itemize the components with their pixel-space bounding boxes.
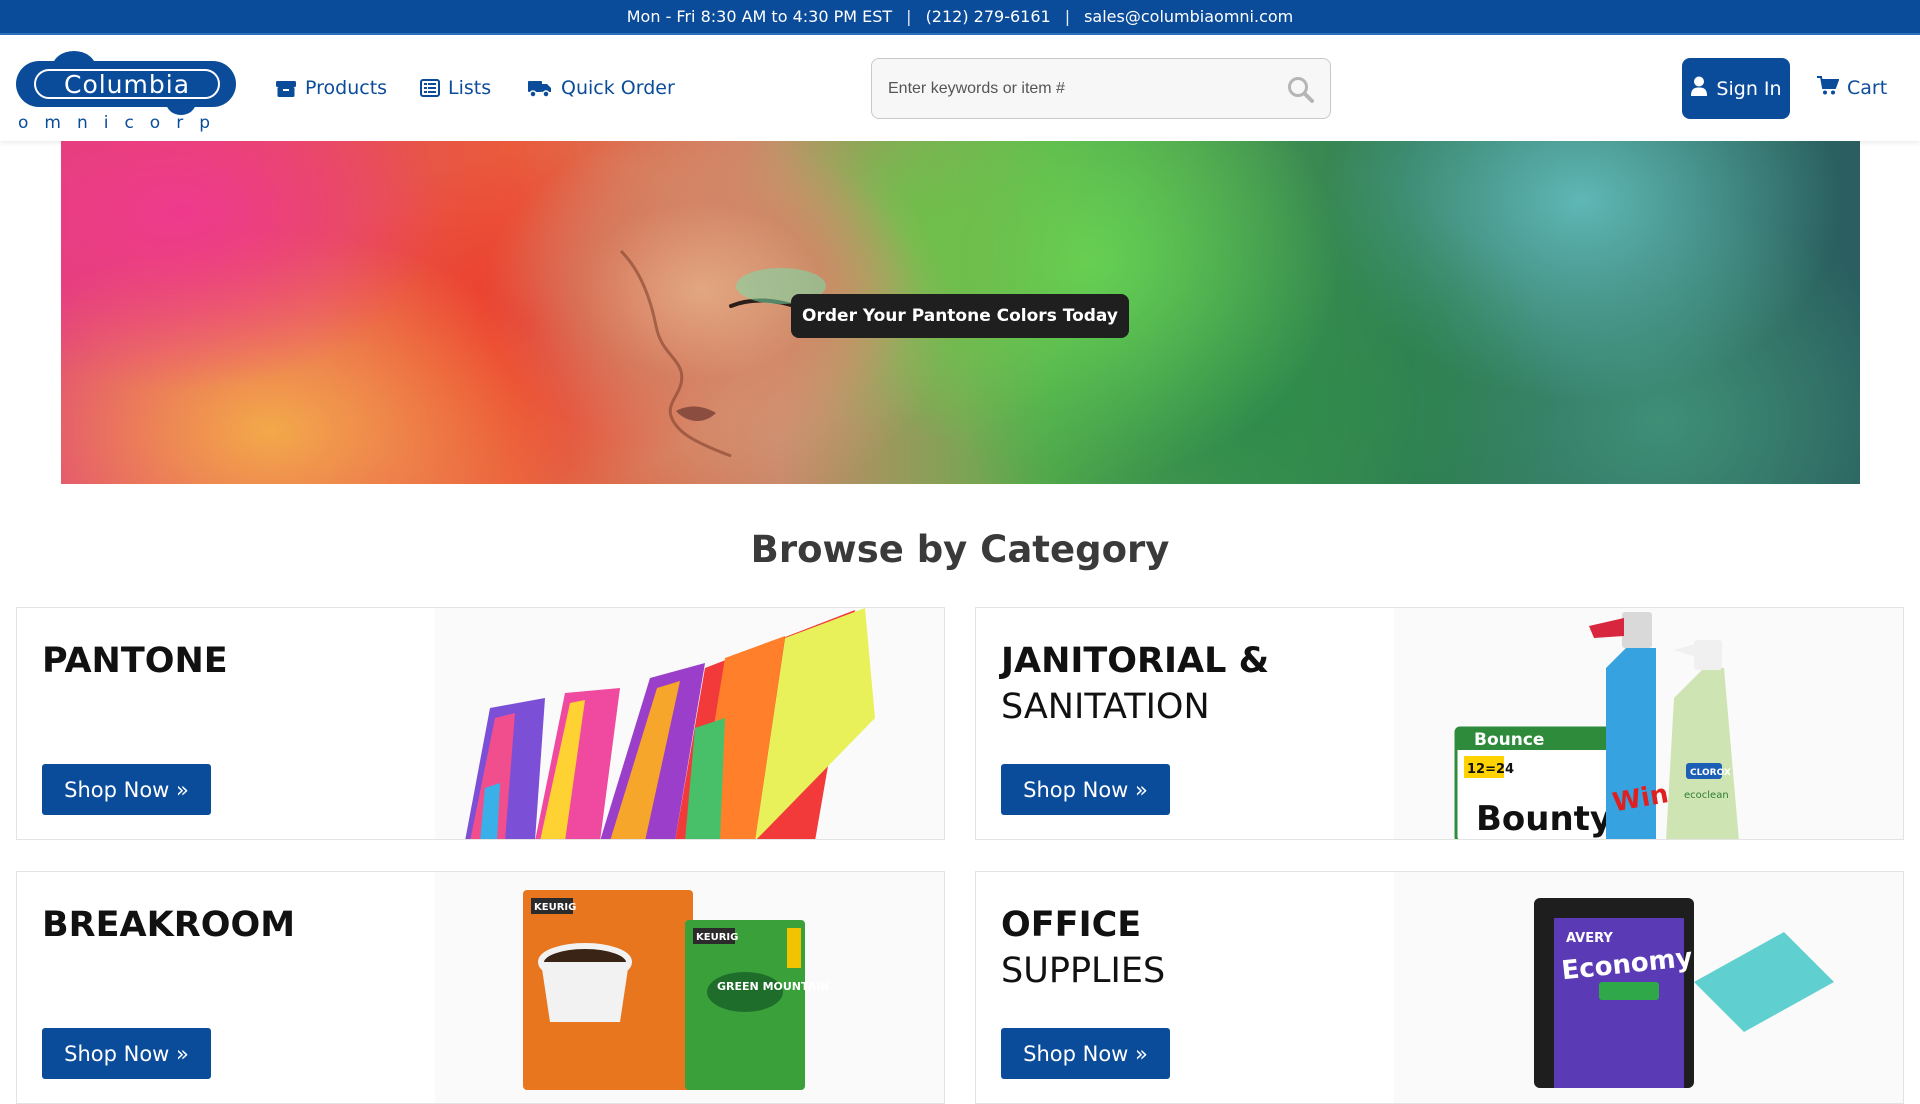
keurig-label: KEURIG — [696, 932, 738, 943]
keurig-label: KEURIG — [534, 902, 576, 913]
list-icon — [420, 78, 440, 98]
cart-label: Cart — [1847, 77, 1888, 99]
nav-products[interactable]: Products — [275, 73, 387, 103]
sign-in-button[interactable]: Sign In — [1682, 58, 1790, 119]
business-hours: Mon - Fri 8:30 AM to 4:30 PM EST — [626, 7, 893, 26]
separator: | — [906, 7, 912, 26]
hero-banner[interactable]: Order Your Pantone Colors Today — [61, 141, 1860, 484]
shop-now-button[interactable]: Shop Now » — [42, 764, 211, 815]
office-supplies-image: AVERY Economy — [1394, 872, 1903, 1103]
avery-label: AVERY — [1566, 931, 1613, 946]
search-icon[interactable] — [1286, 75, 1316, 105]
cleaning-products-image: Bounce 12=24 Bounty Windex CLOROX ecocle… — [1394, 608, 1903, 839]
phone-number[interactable]: (212) 279-6161 — [926, 7, 1051, 26]
logo-subtext: omnicorp — [18, 113, 226, 133]
truck-icon — [527, 78, 553, 98]
nav-quick-order-label: Quick Order — [561, 77, 675, 99]
sales-email[interactable]: sales@columbiaomni.com — [1084, 7, 1293, 26]
bounty-label: Bounty — [1476, 799, 1612, 839]
site-header: Columbia omnicorp Products Lists Quick O… — [0, 35, 1920, 141]
cart-icon — [1817, 75, 1840, 101]
cart-link[interactable]: Cart — [1817, 73, 1887, 103]
category-card-office-supplies[interactable]: OFFICE SUPPLIES Shop Now » AVERY Economy — [975, 871, 1904, 1104]
banner-cta[interactable]: Order Your Pantone Colors Today — [791, 294, 1129, 338]
user-icon — [1690, 76, 1708, 101]
ecoclean-label: ecoclean — [1684, 790, 1729, 801]
category-card-breakroom[interactable]: BREAKROOM Shop Now » KEURIG KEURIG GREEN… — [16, 871, 945, 1104]
coffee-pods-image: KEURIG KEURIG GREEN MOUNTAIN — [435, 872, 944, 1103]
roll-count-label: 12=24 — [1467, 762, 1514, 777]
category-title: OFFICE SUPPLIES — [1001, 905, 1166, 991]
box-icon — [275, 77, 297, 99]
face-profile-illustration — [619, 249, 826, 458]
nav-lists-label: Lists — [448, 77, 492, 99]
search-box — [871, 58, 1331, 119]
clorox-label: CLOROX — [1690, 768, 1731, 778]
columbia-omnicorp-logo[interactable]: Columbia omnicorp — [16, 49, 238, 133]
category-title: JANITORIAL & SANITATION — [1001, 641, 1270, 727]
bounce-label: Bounce — [1474, 730, 1544, 750]
shop-now-button[interactable]: Shop Now » — [1001, 1028, 1170, 1079]
category-card-janitorial[interactable]: JANITORIAL & SANITATION Shop Now » Bounce… — [975, 607, 1904, 840]
category-card-pantone[interactable]: PANTONE Shop Now » — [16, 607, 945, 840]
sign-in-label: Sign In — [1716, 77, 1782, 100]
top-info-bar: Mon - Fri 8:30 AM to 4:30 PM EST | (212)… — [0, 0, 1920, 35]
category-title: PANTONE — [42, 641, 228, 681]
nav-lists[interactable]: Lists — [420, 73, 491, 103]
pantone-swatch-fans-image — [435, 608, 944, 839]
browse-category-title: Browse by Category — [750, 528, 1170, 571]
shop-now-button[interactable]: Shop Now » — [1001, 764, 1170, 815]
search-input[interactable] — [888, 75, 1268, 103]
logo-wordmark: Columbia — [34, 69, 220, 99]
category-title: BREAKROOM — [42, 905, 296, 945]
nav-quick-order[interactable]: Quick Order — [527, 73, 675, 103]
green-mountain-label: GREEN MOUNTAIN — [717, 980, 829, 993]
shop-now-button[interactable]: Shop Now » — [42, 1028, 211, 1079]
separator: | — [1064, 7, 1071, 26]
nav-products-label: Products — [305, 77, 388, 99]
